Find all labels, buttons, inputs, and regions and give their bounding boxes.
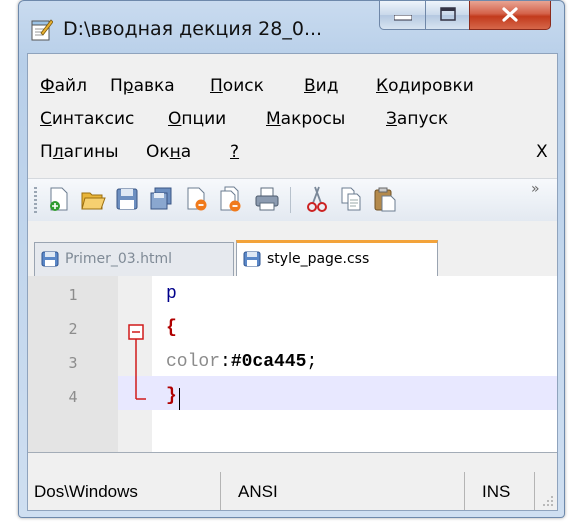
print-icon[interactable]	[254, 185, 280, 213]
status-bar: Dos\Windows ANSI INS	[28, 458, 557, 510]
css-selector: p	[166, 284, 177, 304]
status-eol-format: Dos\Windows	[34, 482, 138, 501]
tab-strip: Primer_03.html style_page.css	[28, 236, 557, 279]
new-file-icon[interactable]	[46, 185, 72, 213]
menu-search[interactable]: Поиск	[210, 76, 264, 96]
css-property: color	[166, 352, 221, 372]
minimize-button[interactable]	[379, 1, 427, 30]
maximize-button[interactable]	[425, 1, 471, 30]
current-line-highlight	[118, 376, 557, 410]
maximize-icon	[440, 7, 456, 21]
status-divider	[220, 472, 221, 510]
close-all-icon[interactable]	[218, 185, 244, 213]
status-insert-mode: INS	[482, 482, 511, 501]
toolbar-overflow-chevron[interactable]: »	[531, 181, 540, 197]
menu-edit[interactable]: Правка	[110, 76, 175, 96]
menu-options[interactable]: Опции	[168, 109, 226, 129]
css-semicolon: ;	[306, 352, 318, 372]
resize-grip-icon[interactable]	[541, 494, 555, 508]
cut-icon[interactable]	[304, 185, 330, 213]
close-document-button[interactable]: X	[536, 142, 548, 162]
menu-encoding[interactable]: Кодировки	[376, 76, 474, 96]
minimize-icon	[394, 15, 412, 21]
css-declaration: color:#0ca445;	[166, 352, 317, 372]
menu-macros[interactable]: Макросы	[266, 109, 345, 129]
open-brace: {	[166, 318, 177, 338]
status-divider	[464, 472, 465, 510]
saved-file-icon	[243, 251, 261, 267]
tab-label: Primer_03.html	[65, 251, 173, 267]
tab-label: style_page.css	[267, 251, 370, 267]
close-brace: }	[166, 386, 177, 406]
menu-run[interactable]: Запуск	[386, 109, 448, 129]
line-number: 3	[68, 354, 78, 372]
toolbar-grip[interactable]	[34, 187, 37, 213]
save-all-icon[interactable]	[148, 185, 174, 213]
menu-bar: Файл Правка Поиск Вид Кодировки Синтакси…	[28, 54, 557, 172]
save-icon[interactable]	[114, 185, 140, 213]
tab-primer-03-html[interactable]: Primer_03.html	[34, 242, 234, 276]
title-bar[interactable]: D:\вводная декция 28_0...	[19, 1, 564, 53]
saved-file-icon	[41, 251, 59, 267]
client-area: Файл Правка Поиск Вид Кодировки Синтакси…	[27, 53, 558, 511]
menu-view[interactable]: Вид	[304, 76, 338, 96]
menu-help[interactable]: ?	[230, 142, 239, 162]
code-editor[interactable]: 1 2 3 4 p { color:#0ca445; }	[28, 276, 557, 453]
copy-icon[interactable]	[338, 185, 364, 213]
status-divider	[534, 472, 535, 510]
close-file-icon[interactable]	[184, 185, 210, 213]
toolbar: »	[28, 178, 557, 221]
status-encoding: ANSI	[238, 482, 278, 501]
menu-file[interactable]: Файл	[40, 76, 87, 96]
close-window-button[interactable]	[469, 1, 551, 30]
open-file-icon[interactable]	[80, 185, 106, 213]
close-icon	[502, 7, 518, 22]
menu-windows[interactable]: Окна	[146, 142, 191, 162]
toolbar-separator	[290, 187, 291, 213]
css-value: #0ca445	[230, 352, 307, 372]
app-window: D:\вводная декция 28_0... Файл Правка По…	[18, 0, 565, 518]
line-number: 1	[68, 286, 78, 304]
fold-marker-icon[interactable]	[124, 320, 152, 410]
text-caret	[179, 388, 180, 410]
tab-style-page-css[interactable]: style_page.css	[236, 240, 438, 279]
caption-buttons	[379, 1, 555, 35]
line-number: 2	[68, 320, 78, 338]
window-title: D:\вводная декция 28_0...	[63, 18, 323, 40]
css-colon: :	[220, 352, 231, 372]
line-number: 4	[68, 388, 78, 406]
menu-plugins[interactable]: Плагины	[40, 142, 119, 162]
notepad-app-icon	[31, 19, 53, 41]
paste-icon[interactable]	[372, 185, 398, 213]
menu-syntax[interactable]: Синтаксис	[40, 109, 134, 129]
